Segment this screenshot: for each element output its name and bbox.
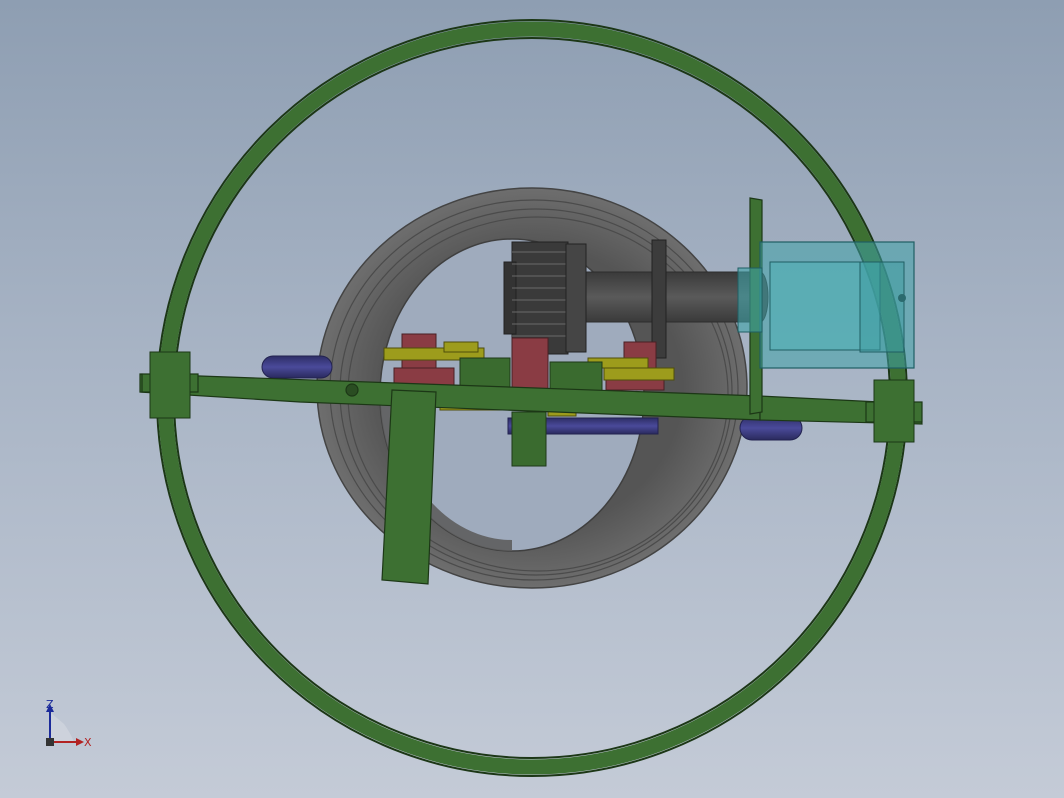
axis-x-label: X (84, 736, 92, 749)
spur-gear[interactable] (503, 241, 587, 355)
ring-clamp-left[interactable] (149, 351, 191, 419)
drive-motor[interactable] (737, 241, 915, 369)
vertical-bracket[interactable] (381, 389, 437, 585)
ring-clamp-right[interactable] (873, 379, 915, 443)
rod-left[interactable] (261, 355, 333, 379)
coordinate-triad-icon: Z X (46, 698, 92, 749)
axis-z-label: Z (46, 698, 54, 711)
cad-viewport[interactable]: Z X (0, 0, 1064, 798)
shaft-collar[interactable] (651, 239, 667, 359)
3d-model-view[interactable]: Z X (0, 0, 1064, 798)
